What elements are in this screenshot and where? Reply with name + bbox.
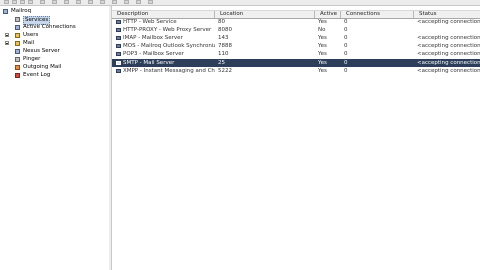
table-row[interactable]: POP3 - Mailbox Server 110 Yes 0 <accepti…	[112, 50, 480, 58]
tree-item-label: Nexus Server	[23, 48, 60, 54]
cell-active: Yes	[318, 35, 327, 41]
service-icon	[116, 61, 121, 65]
tree-item-active-connections[interactable]: Active Connections	[15, 24, 105, 31]
toolbar-button-13[interactable]	[136, 0, 141, 4]
column-header-description[interactable]: Description	[112, 11, 215, 18]
event-log-icon	[15, 73, 20, 78]
toolbar-button-5[interactable]	[40, 0, 45, 4]
toolbar-button-2[interactable]	[12, 0, 17, 4]
table-row[interactable]: MOS - Mailroq Outlook Synchroniz... 7888…	[112, 42, 480, 50]
tree-item-nexus-server[interactable]: Nexus Server	[15, 48, 105, 55]
pinger-icon	[15, 57, 20, 62]
cell-location: 5222	[218, 68, 232, 74]
tree-item-users[interactable]: Users	[5, 32, 105, 39]
toolbar-button-12[interactable]	[124, 0, 129, 4]
cell-active: Yes	[318, 60, 327, 66]
cell-status: <accepting connections on	[417, 60, 480, 66]
table-row[interactable]: XMPP - Instant Messaging and Ch... 5222 …	[112, 67, 480, 75]
expand-icon[interactable]	[5, 33, 9, 37]
cell-location: 25	[218, 60, 225, 66]
cell-connections: 0	[344, 27, 348, 33]
table-row-selected[interactable]: SMTP - Mail Server 25 Yes 0 <accepting c…	[112, 59, 480, 67]
cell-description: IMAP - Mailbox Server	[123, 35, 183, 41]
tree-item-label: Active Connections	[23, 24, 76, 30]
cell-description: HTTP - Web Service	[123, 19, 177, 25]
mail-icon	[15, 41, 20, 46]
cell-description: SMTP - Mail Server	[123, 60, 175, 66]
server-icon	[15, 49, 20, 54]
tree-root-label: Mailroq	[11, 8, 32, 14]
cell-location: 110	[218, 51, 229, 57]
cell-description: POP3 - Mailbox Server	[123, 51, 184, 57]
cell-status	[417, 26, 480, 34]
cell-connections: 0	[344, 35, 348, 41]
toolbar-button-6[interactable]	[52, 0, 57, 4]
cell-active: Yes	[318, 68, 327, 74]
toolbar-button-7[interactable]	[64, 0, 69, 4]
cell-location: 7888	[218, 43, 232, 49]
column-header-status[interactable]: Status	[414, 11, 480, 18]
tree-item-services[interactable]: Services	[15, 16, 105, 25]
service-icon	[116, 36, 121, 40]
column-header-active[interactable]: Active	[315, 11, 341, 18]
cell-active: Yes	[318, 51, 327, 57]
navigation-tree: Mailroq Services Active Connections User…	[1, 6, 110, 270]
cell-location: 143	[218, 35, 229, 41]
toolbar-button-14[interactable]	[148, 0, 153, 4]
main-content: Mailroq Services Active Connections User…	[0, 6, 480, 270]
tree-item-outgoing-mail[interactable]: Outgoing Mail	[15, 64, 105, 71]
cell-status: <accepting connections on	[417, 19, 480, 25]
tree-item-event-log[interactable]: Event Log	[15, 72, 105, 79]
services-icon	[15, 17, 20, 22]
cell-status: <accepting connections on	[417, 51, 480, 57]
service-icon	[116, 52, 121, 56]
cell-connections: 0	[344, 43, 348, 49]
table-row[interactable]: HTTP - Web Service 80 Yes 0 <accepting c…	[112, 18, 480, 26]
column-header-location[interactable]: Location	[215, 11, 315, 18]
cell-connections: 0	[344, 60, 348, 66]
tree-item-label: Outgoing Mail	[23, 64, 62, 70]
cell-status: <accepting connections on	[417, 35, 480, 41]
service-icon	[116, 44, 121, 48]
tree-item-label: Pinger	[23, 56, 41, 62]
cell-description: HTTP-PROXY - Web Proxy Server	[123, 27, 212, 33]
tree-item-label: Event Log	[23, 72, 51, 78]
service-icon	[116, 20, 121, 24]
cell-active: Yes	[318, 19, 327, 25]
services-list: Description Location Active Connections …	[112, 6, 480, 270]
toolbar-button-11[interactable]	[112, 0, 117, 4]
cell-active: Yes	[318, 43, 327, 49]
cell-connections: 0	[344, 19, 348, 25]
column-header-connections[interactable]: Connections	[341, 11, 414, 18]
table-row[interactable]: HTTP-PROXY - Web Proxy Server 8080 No 0	[112, 26, 480, 34]
toolbar-button-1[interactable]	[4, 0, 9, 4]
cell-active: No	[318, 27, 326, 33]
tree-item-mail[interactable]: Mail	[5, 40, 105, 47]
expand-icon[interactable]	[5, 41, 9, 45]
cell-connections: 0	[344, 68, 348, 74]
tree-root[interactable]: Mailroq	[3, 8, 103, 15]
toolbar-button-10[interactable]	[100, 0, 105, 4]
cell-description: MOS - Mailroq Outlook Synchroniz...	[123, 43, 215, 49]
cell-connections: 0	[344, 51, 348, 57]
cell-location: 80	[218, 19, 225, 25]
tree-item-pinger[interactable]: Pinger	[15, 56, 105, 63]
toolbar-button-3[interactable]	[20, 0, 25, 4]
connections-icon	[15, 25, 20, 30]
tree-item-label: Users	[23, 32, 39, 38]
service-icon	[116, 28, 121, 32]
toolbar-button-8[interactable]	[76, 0, 81, 4]
cell-description: XMPP - Instant Messaging and Ch...	[123, 68, 215, 74]
cell-status: <accepting connections on	[417, 43, 480, 49]
cell-location: 8080	[218, 27, 232, 33]
cell-status: <accepting connections on	[417, 68, 480, 74]
outgoing-mail-icon	[15, 65, 20, 70]
toolbar-button-9[interactable]	[88, 0, 93, 4]
tree-item-label: Mail	[23, 40, 35, 46]
users-icon	[15, 33, 20, 38]
mailroq-icon	[3, 9, 8, 14]
toolbar-button-4[interactable]	[28, 0, 33, 4]
table-row[interactable]: IMAP - Mailbox Server 143 Yes 0 <accepti…	[112, 34, 480, 42]
service-icon	[116, 69, 121, 73]
